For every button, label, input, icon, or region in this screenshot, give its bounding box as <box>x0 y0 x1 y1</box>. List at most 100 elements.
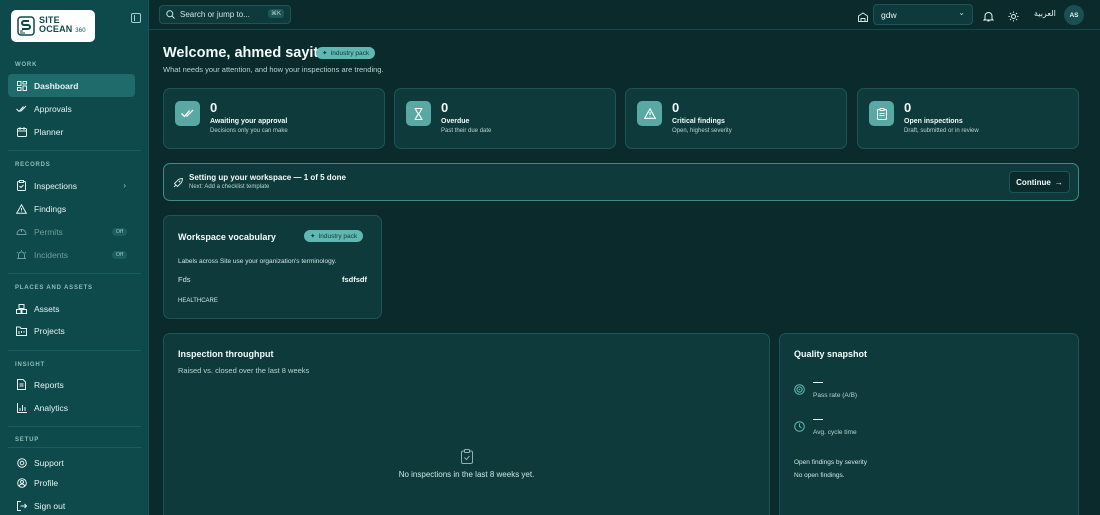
sidebar-divider <box>8 447 141 448</box>
tenant-select[interactable]: gdw ⌄ <box>873 4 973 25</box>
setup-banner: Setting up your workspace — 1 of 5 done … <box>163 163 1079 201</box>
sidebar-collapse-icon[interactable] <box>131 13 141 23</box>
target-icon <box>794 382 805 400</box>
language-switch[interactable]: العربية <box>1034 9 1056 18</box>
sidebar-item-reports[interactable]: Reports <box>8 373 135 396</box>
page-title: Welcome, ahmed sayit <box>163 45 319 61</box>
industry-pack-badge: ✦ Industry pack <box>316 47 376 59</box>
app-logo[interactable]: SITE OCEAN 360 <box>11 10 95 42</box>
vocabulary-card: Workspace vocabulary ✦ Industry pack Lab… <box>163 215 382 319</box>
warning-icon <box>637 101 662 126</box>
topbar: Search or jump to... ⌘K gdw ⌄ العربية AS <box>149 0 1100 30</box>
search-shortcut: ⌘K <box>267 9 284 18</box>
bar-chart-icon <box>16 402 27 413</box>
avatar[interactable]: AS <box>1064 5 1084 25</box>
vocabulary-description: Labels across Site use your organization… <box>178 258 337 265</box>
vocabulary-term-value: fsdfsdf <box>342 275 367 284</box>
sidebar-item-label: Support <box>34 457 64 468</box>
sidebar-item-planner[interactable]: Planner <box>8 120 135 143</box>
user-circle-icon <box>16 477 27 488</box>
sidebar-item-analytics[interactable]: Analytics <box>8 396 135 419</box>
vocabulary-title: Workspace vocabulary <box>178 232 276 242</box>
search-input[interactable]: Search or jump to... ⌘K <box>159 5 291 24</box>
sidebar-item-dashboard[interactable]: Dashboard <box>8 74 135 97</box>
stat-sub: Decisions only you can make <box>210 128 288 134</box>
section-label-work: WORK <box>15 62 38 68</box>
hardhat-icon <box>16 226 27 237</box>
boxes-icon <box>16 303 27 314</box>
sidebar-item-label: Reports <box>34 379 64 390</box>
setup-title: Setting up your workspace — 1 of 5 done <box>189 173 346 182</box>
sidebar-item-signout[interactable]: Sign out <box>8 494 135 515</box>
stat-card-open-inspections[interactable]: 0 Open inspections Draft, submitted or i… <box>857 88 1079 149</box>
vocabulary-industry: HEALTHCARE <box>178 298 218 304</box>
stat-value: 0 <box>904 100 912 115</box>
sidebar: SITE OCEAN 360 WORK Dashboard Approvals … <box>0 0 149 515</box>
stat-label: Overdue <box>441 118 470 125</box>
sidebar-item-label: Inspections <box>34 180 77 191</box>
quality-title: Quality snapshot <box>794 349 868 359</box>
stat-sub: Draft, submitted or in review <box>904 128 979 134</box>
stat-label: Awaiting your approval <box>210 118 288 125</box>
setup-next-step: Next: Add a checklist template <box>189 184 270 190</box>
section-label-places: PLACES AND ASSETS <box>15 285 93 291</box>
clipboard-check-icon <box>461 449 473 469</box>
sidebar-item-profile[interactable]: Profile <box>8 471 135 494</box>
stat-value: 0 <box>210 100 218 115</box>
clipboard-icon <box>869 101 894 126</box>
sidebar-item-projects[interactable]: Projects <box>8 319 135 342</box>
sidebar-divider <box>8 273 141 274</box>
badge-label: Industry pack <box>318 232 358 240</box>
pass-rate-value: — <box>813 377 823 388</box>
sidebar-item-findings[interactable]: Findings <box>8 197 135 220</box>
section-label-insight: INSIGHT <box>15 362 45 368</box>
sidebar-item-permits[interactable]: Permits Off <box>8 220 135 243</box>
chevron-down-icon: ⌄ <box>958 8 965 17</box>
stat-card-approvals[interactable]: 0 Awaiting your approval Decisions only … <box>163 88 385 149</box>
hourglass-icon <box>406 101 431 126</box>
siren-icon <box>16 249 27 260</box>
vocabulary-term-key: Fds <box>178 275 191 284</box>
off-badge: Off <box>111 227 127 236</box>
calendar-icon <box>16 126 27 137</box>
section-label-setup: SETUP <box>15 437 40 443</box>
sidebar-item-approvals[interactable]: Approvals <box>8 97 135 120</box>
continue-label: Continue <box>1016 177 1051 187</box>
folder-kanban-icon <box>16 325 27 336</box>
throughput-card: Inspection throughput Raised vs. closed … <box>163 333 770 515</box>
continue-button[interactable]: Continue → <box>1009 171 1070 193</box>
sidebar-item-incidents[interactable]: Incidents Off <box>8 243 135 266</box>
clock-icon <box>794 419 805 437</box>
clipboard-check-icon <box>16 180 27 191</box>
dashboard-icon <box>16 80 27 91</box>
stat-sub: Open, highest severity <box>672 128 732 134</box>
stat-card-critical[interactable]: 0 Critical findings Open, highest severi… <box>625 88 847 149</box>
sparkle-icon: ✦ <box>322 50 328 57</box>
search-placeholder: Search or jump to... <box>180 10 250 19</box>
main-content: Welcome, ahmed sayit ✦ Industry pack Wha… <box>149 31 1100 515</box>
sidebar-item-label: Planner <box>34 126 64 137</box>
rocket-icon <box>172 176 184 194</box>
stat-card-overdue[interactable]: 0 Overdue Past their due date <box>394 88 616 149</box>
sidebar-item-label: Dashboard <box>34 80 79 91</box>
severity-title: Open findings by severity <box>794 459 867 466</box>
sun-icon[interactable] <box>1008 9 1020 22</box>
sidebar-item-inspections[interactable]: Inspections › <box>8 174 135 197</box>
log-out-icon <box>16 500 27 511</box>
lifebuoy-icon <box>16 457 27 468</box>
throughput-empty-state: No inspections in the last 8 weeks yet. <box>398 470 535 479</box>
bell-icon[interactable] <box>982 9 995 22</box>
sidebar-item-label: Permits <box>34 226 63 237</box>
sidebar-item-assets[interactable]: Assets <box>8 297 135 320</box>
double-check-icon <box>16 103 27 114</box>
stat-label: Open inspections <box>904 118 963 125</box>
warning-icon <box>16 203 27 214</box>
sidebar-item-label: Incidents <box>34 249 69 260</box>
sidebar-divider <box>8 350 141 351</box>
throughput-subtitle: Raised vs. closed over the last 8 weeks <box>178 366 310 375</box>
stat-label: Critical findings <box>672 118 725 125</box>
arrow-right-icon: → <box>1054 177 1063 187</box>
section-label-records: RECORDS <box>15 162 51 168</box>
building-icon <box>858 9 870 22</box>
sidebar-item-label: Projects <box>34 325 65 336</box>
